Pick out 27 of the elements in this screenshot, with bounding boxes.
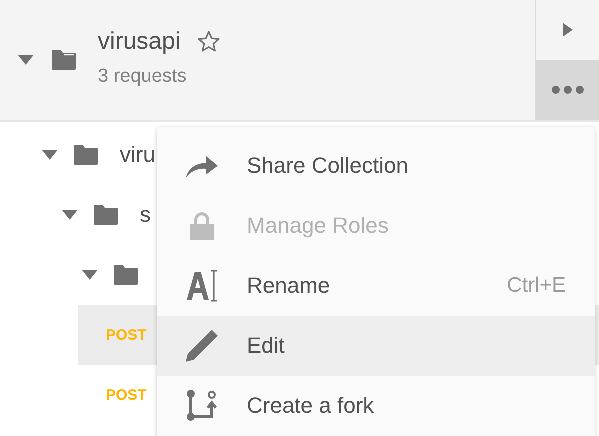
caret-icon[interactable] (62, 210, 78, 220)
shortcut-label: Ctrl+E (507, 274, 566, 298)
more-icon (552, 86, 584, 94)
folder-icon (52, 50, 76, 70)
lock-icon (190, 212, 214, 240)
menu-item[interactable]: Share Collection (157, 136, 595, 196)
folder-icon (94, 205, 118, 225)
request-count: 3 requests (98, 66, 187, 88)
folder-name[interactable]: s (140, 202, 151, 228)
star-icon[interactable] (196, 30, 221, 54)
folder-icon (74, 145, 98, 165)
pencil-icon (186, 330, 218, 362)
menu-item[interactable]: Rename Ctrl+E (157, 256, 595, 316)
caret-icon[interactable] (18, 55, 34, 65)
folder-name[interactable]: viru (120, 142, 156, 168)
fork-icon (186, 390, 218, 422)
collection-header[interactable]: virusapi 3 requests (0, 0, 599, 122)
menu-item[interactable]: Create a fork (157, 376, 595, 436)
collection-name: virusapi (98, 28, 181, 56)
caret-icon[interactable] (42, 150, 58, 160)
menu-item[interactable]: Edit (157, 316, 595, 376)
caret-icon[interactable] (82, 270, 98, 280)
more-button[interactable] (536, 60, 599, 120)
play-icon (562, 23, 572, 37)
folder-icon (114, 265, 138, 285)
text-cursor-icon (187, 270, 217, 302)
share-icon (186, 154, 218, 178)
